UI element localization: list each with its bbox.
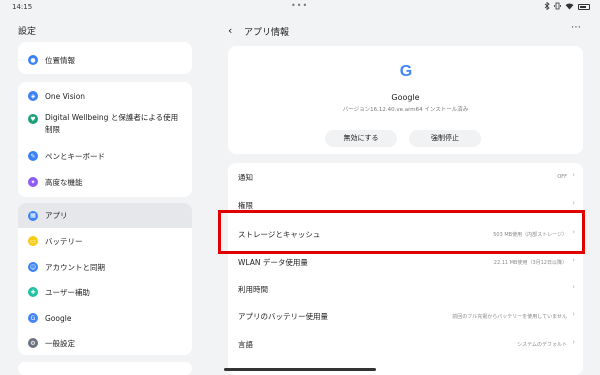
- sidebar-item-accounts[interactable]: ☺ アカウントと同期: [18, 259, 192, 275]
- status-bar: 14:15 •••: [0, 0, 600, 14]
- sidebar-item-label: バッテリー: [45, 236, 83, 246]
- row-screen-time[interactable]: 利用時間 ›: [228, 275, 583, 303]
- advanced-icon: ✦: [28, 177, 38, 187]
- wellbeing-icon: ♥: [28, 114, 38, 124]
- pen-icon: ✎: [28, 151, 38, 161]
- row-label: 通知: [238, 173, 253, 182]
- battery-status-icon: [578, 4, 590, 10]
- google-icon: G: [28, 313, 38, 323]
- sidebar-item-label: Digital Wellbeing と保護者による使用: [45, 113, 179, 122]
- back-arrow-icon[interactable]: ‹: [228, 24, 232, 37]
- status-icons: [544, 1, 590, 12]
- sidebar-item-label: 位置情報: [45, 55, 75, 65]
- sidebar-item-label: 一般設定: [45, 338, 75, 348]
- page-title: アプリ情報: [244, 28, 290, 38]
- storage-row-highlight: [218, 210, 585, 254]
- settings-title: 設定: [18, 27, 37, 37]
- google-logo-icon: G: [399, 63, 413, 80]
- vibrate-icon: [554, 2, 561, 12]
- row-language[interactable]: 言語 システムのデフォルト ›: [228, 330, 583, 358]
- settings-group-2: ◈ One Vision ♥ Digital Wellbeing と保護者による…: [18, 82, 192, 197]
- wifi-icon: [565, 3, 574, 12]
- sidebar-item-accessibility[interactable]: ✚ ユーザー補助: [18, 284, 192, 300]
- sidebar-item-one-vision[interactable]: ◈ One Vision: [18, 88, 192, 104]
- sidebar-item-battery[interactable]: ▭ バッテリー: [18, 233, 192, 249]
- row-label: 言語: [238, 340, 253, 349]
- chevron-right-icon: ›: [572, 199, 575, 207]
- force-stop-button[interactable]: 強制停止: [409, 130, 481, 147]
- sidebar-item-apps[interactable]: ▦ アプリ: [18, 203, 192, 228]
- chevron-right-icon: ›: [572, 171, 575, 179]
- multitask-handle[interactable]: •••: [291, 1, 308, 10]
- row-battery-usage[interactable]: アプリのバッテリー使用量 前回のフル充電からバッテリーを使用していません ›: [228, 302, 583, 330]
- sidebar-item-general[interactable]: ⚙ 一般設定: [18, 335, 192, 351]
- bluetooth-icon: [544, 1, 550, 12]
- general-settings-icon: ⚙: [28, 338, 38, 348]
- sidebar-item-label: ペンとキーボード: [45, 151, 105, 161]
- row-value: システムのデフォルト: [517, 342, 567, 348]
- chevron-right-icon: ›: [572, 256, 575, 264]
- sidebar-item-digital-wellbeing[interactable]: ♥ Digital Wellbeing と保護者による使用 制限: [18, 112, 192, 140]
- sidebar-item-label: 高度な機能: [45, 177, 83, 187]
- settings-group-1: ● 位置情報: [18, 42, 192, 74]
- one-vision-icon: ◈: [28, 91, 38, 101]
- row-value: 前回のフル充電からバッテリーを使用していません: [452, 314, 567, 320]
- chevron-right-icon: ›: [572, 310, 575, 318]
- row-value: 22.11 MB使用（3月12日以降）: [493, 260, 567, 266]
- sidebar-item-google[interactable]: G Google: [18, 310, 192, 326]
- row-notifications[interactable]: 通知 OFF ›: [228, 163, 583, 191]
- chevron-right-icon: ›: [572, 283, 575, 291]
- app-settings-list: 通知 OFF › 権限 › ストレージとキャッシュ 503 MB使用（内部ストレ…: [228, 163, 583, 375]
- apps-icon: ▦: [28, 210, 38, 221]
- row-label: アプリのバッテリー使用量: [238, 312, 328, 321]
- app-version: バージョン16.12.40.ve.arm64 インストール済み: [342, 107, 469, 113]
- account-icon: ☺: [28, 262, 38, 272]
- sidebar-item-label: ユーザー補助: [45, 287, 90, 297]
- row-value: OFF: [557, 174, 567, 180]
- location-icon: ●: [28, 55, 38, 65]
- row-label: WLAN データ使用量: [238, 258, 308, 267]
- sidebar-item-advanced[interactable]: ✦ 高度な機能: [18, 174, 192, 190]
- row-label: 利用時間: [238, 285, 268, 294]
- more-options-icon[interactable]: ⋯: [571, 22, 581, 33]
- sidebar-item-label: Google: [45, 313, 72, 323]
- battery-icon: ▭: [28, 236, 38, 246]
- status-time: 14:15: [12, 3, 33, 11]
- disable-button[interactable]: 無効にする: [325, 130, 397, 147]
- sidebar-item-location[interactable]: ● 位置情報: [18, 52, 192, 68]
- chevron-right-icon: ›: [572, 338, 575, 346]
- sidebar-item-label: アカウントと同期: [45, 262, 105, 272]
- sidebar-item-pen-keyboard[interactable]: ✎ ペンとキーボード: [18, 148, 192, 164]
- home-indicator[interactable]: [224, 368, 376, 371]
- accessibility-icon: ✚: [28, 287, 38, 297]
- sidebar-item-label: アプリ: [45, 211, 68, 220]
- sidebar-item-label: One Vision: [45, 91, 86, 101]
- settings-group-4: [18, 362, 192, 375]
- app-name: Google: [391, 93, 420, 102]
- sidebar-item-label-cont: 制限: [45, 125, 60, 134]
- app-info-card: G Google バージョン16.12.40.ve.arm64 インストール済み…: [228, 46, 583, 154]
- settings-group-3: ▦ アプリ ▭ バッテリー ☺ アカウントと同期 ✚ ユーザー補助 G Goog…: [18, 203, 192, 355]
